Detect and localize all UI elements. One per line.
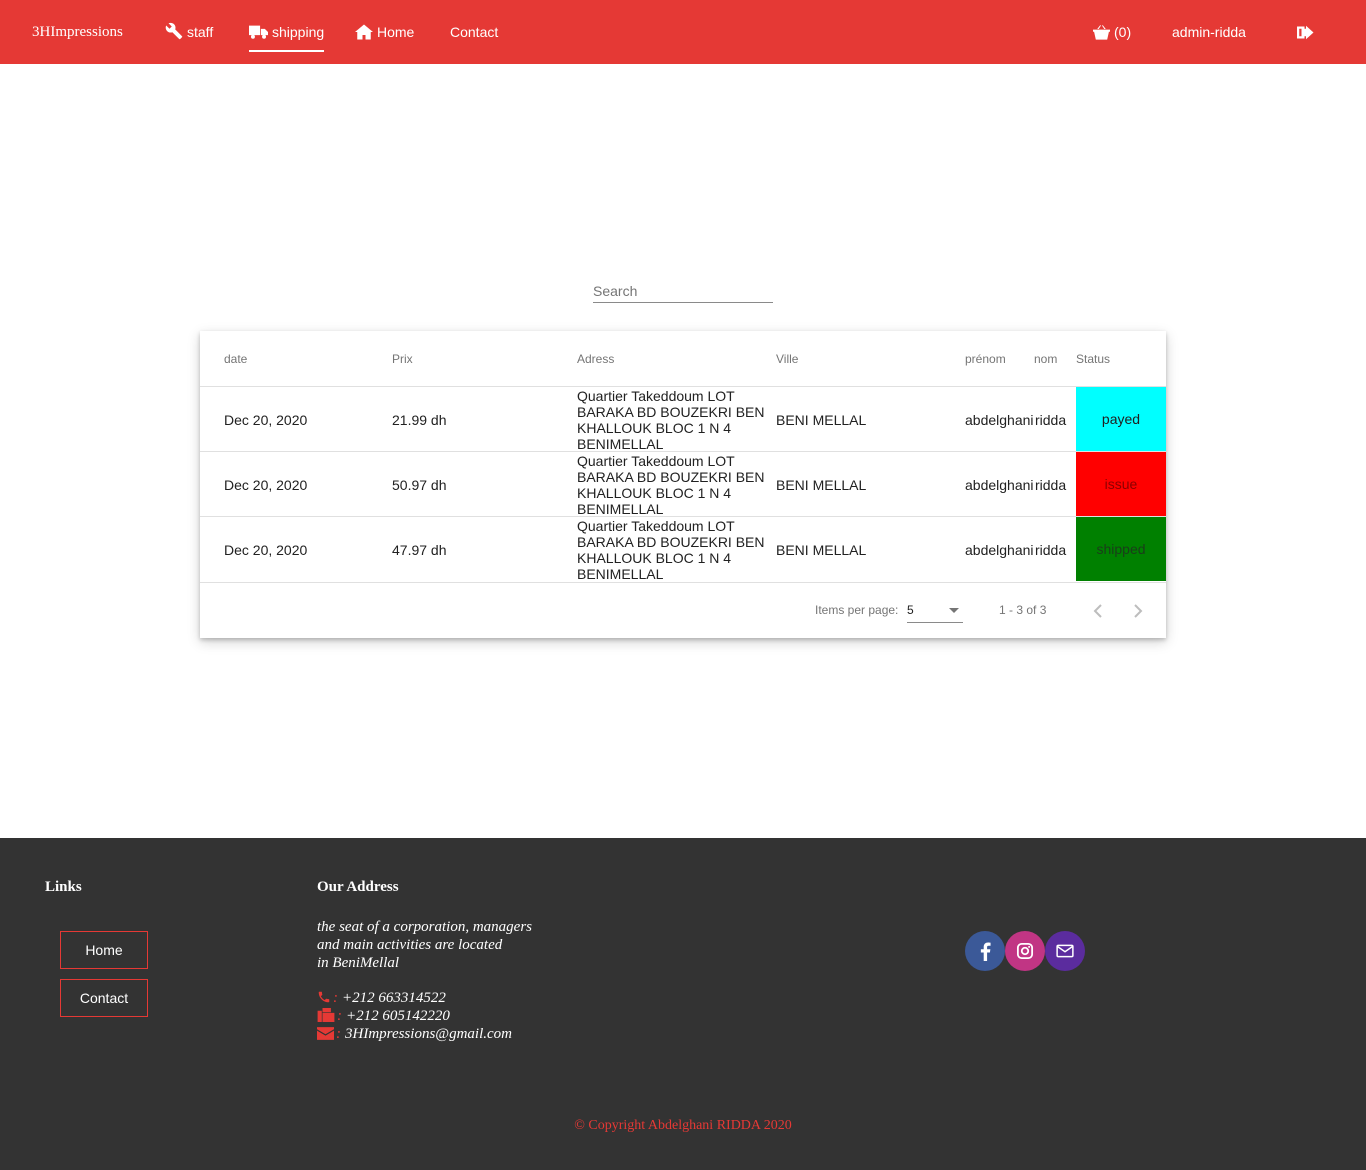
separator: :: [337, 1008, 342, 1024]
page-size-select[interactable]: 5: [907, 597, 963, 623]
nav-user-label: admin-ridda: [1172, 24, 1246, 40]
fax-number[interactable]: +212 605142220: [346, 1008, 450, 1024]
cell-prix: 50.97 dh: [392, 476, 447, 493]
nav-staff-label: staff: [187, 24, 214, 40]
nav-shipping-label: shipping: [272, 24, 325, 40]
cell-adress: Quartier Takeddoum LOT BARAKA BD BOUZEKR…: [577, 452, 765, 517]
cell-prenom: abdelghani: [965, 541, 1034, 558]
cell-ville: BENI MELLAL: [776, 541, 867, 558]
nav-user[interactable]: admin-ridda: [1172, 0, 1246, 64]
phone-icon: [318, 991, 330, 1003]
cell-date: Dec 20, 2020: [224, 411, 308, 428]
cell-adress: Quartier Takeddoum LOT BARAKA BD BOUZEKR…: [577, 517, 765, 582]
header-adress[interactable]: Adress: [577, 331, 614, 387]
cell-ville: BENI MELLAL: [776, 476, 867, 493]
facebook-button[interactable]: [965, 931, 1005, 971]
address-title: Our Address: [317, 879, 399, 895]
cart-count: (0): [1114, 24, 1132, 40]
brand-link[interactable]: 3HImpressions: [32, 0, 123, 64]
cell-date: Dec 20, 2020: [224, 541, 308, 558]
cell-prenom: abdelghani: [965, 476, 1034, 493]
fax-icon: [317, 1008, 335, 1022]
nav-shipping[interactable]: shipping: [249, 0, 325, 64]
previous-page-button[interactable]: [1084, 597, 1112, 625]
header-nom[interactable]: nom: [1034, 331, 1057, 387]
top-navbar: 3HImpressions staff shipping Home Contac…: [0, 0, 1366, 64]
cell-nom: ridda: [1035, 476, 1067, 493]
envelope-icon: [1056, 944, 1074, 958]
status-badge: issue: [1076, 452, 1166, 516]
chevron-right-icon: [1134, 604, 1143, 618]
address-text: the seat of a corporation, managers and …: [317, 918, 532, 972]
cell-ville: BENI MELLAL: [776, 411, 867, 428]
separator: :: [333, 990, 338, 1006]
nav-home-label: Home: [377, 24, 415, 40]
nav-contact-label: Contact: [450, 24, 499, 40]
status-badge: payed: [1076, 387, 1166, 451]
table-row[interactable]: Dec 20, 2020 47.97 dh Quartier Takeddoum…: [200, 516, 1166, 582]
items-per-page-label: Items per page:: [815, 603, 899, 617]
dropdown-arrow-icon: [949, 608, 959, 613]
envelope-icon: [317, 1027, 334, 1040]
footer-home-button[interactable]: Home: [60, 931, 148, 969]
header-prix[interactable]: Prix: [392, 331, 413, 387]
footer-contact-button[interactable]: Contact: [60, 979, 148, 1017]
shipping-table: date Prix Adress Ville prénom nom Status…: [200, 331, 1166, 638]
cell-prix: 21.99 dh: [392, 411, 447, 428]
home-icon: [355, 24, 373, 40]
header-prenom[interactable]: prénom: [965, 331, 1006, 387]
status-badge: shipped: [1076, 517, 1166, 581]
links-title: Links: [45, 879, 82, 895]
wrench-icon: [165, 22, 183, 40]
footer: Links Home Contact Our Address the seat …: [0, 838, 1366, 1170]
page-range-label: 1 - 3 of 3: [999, 603, 1047, 617]
table-row[interactable]: Dec 20, 2020 21.99 dh Quartier Takeddoum…: [200, 386, 1166, 452]
cell-date: Dec 20, 2020: [224, 476, 308, 493]
page-size-value: 5: [907, 603, 914, 617]
facebook-icon: [980, 942, 991, 961]
email-button[interactable]: [1045, 931, 1085, 971]
logout-icon: [1297, 25, 1314, 40]
email-address[interactable]: 3HImpressions@gmail.com: [345, 1026, 512, 1042]
cell-nom: ridda: [1035, 411, 1067, 428]
cell-nom: ridda: [1035, 541, 1067, 558]
cell-adress: Quartier Takeddoum LOT BARAKA BD BOUZEKR…: [577, 387, 765, 452]
next-page-button[interactable]: [1124, 597, 1152, 625]
nav-staff[interactable]: staff: [165, 0, 213, 64]
nav-cart[interactable]: (0): [1093, 0, 1131, 64]
header-ville[interactable]: Ville: [776, 331, 798, 387]
chevron-left-icon: [1093, 604, 1102, 618]
fax-line: : +212 605142220: [317, 1007, 450, 1025]
instagram-button[interactable]: [1005, 931, 1045, 971]
instagram-icon: [1016, 942, 1034, 960]
search-input[interactable]: [593, 280, 773, 303]
table-row[interactable]: Dec 20, 2020 50.97 dh Quartier Takeddoum…: [200, 451, 1166, 517]
cell-prix: 47.97 dh: [392, 541, 447, 558]
logout-button[interactable]: [1297, 0, 1319, 64]
truck-icon: [249, 25, 268, 39]
paginator: Items per page: 5 1 - 3 of 3: [200, 582, 1166, 638]
email-line: :3HImpressions@gmail.com: [317, 1025, 512, 1043]
address-line: the seat of a corporation, managers: [317, 919, 532, 935]
cell-prenom: abdelghani: [965, 411, 1034, 428]
header-status[interactable]: Status: [1076, 331, 1110, 387]
header-date[interactable]: date: [224, 331, 247, 387]
separator: :: [336, 1026, 341, 1042]
active-tab-indicator: [249, 50, 325, 52]
brand-label: 3HImpressions: [32, 24, 123, 40]
address-line: and main activities are located: [317, 937, 503, 953]
phone-line: : +212 663314522: [317, 989, 446, 1007]
address-line: in BeniMellal: [317, 955, 400, 971]
phone-number[interactable]: +212 663314522: [342, 990, 446, 1006]
basket-icon: [1093, 25, 1110, 40]
nav-contact[interactable]: Contact: [450, 0, 498, 64]
copyright-text: © Copyright Abdelghani RIDDA 2020: [574, 1118, 792, 1133]
nav-home[interactable]: Home: [355, 0, 414, 64]
